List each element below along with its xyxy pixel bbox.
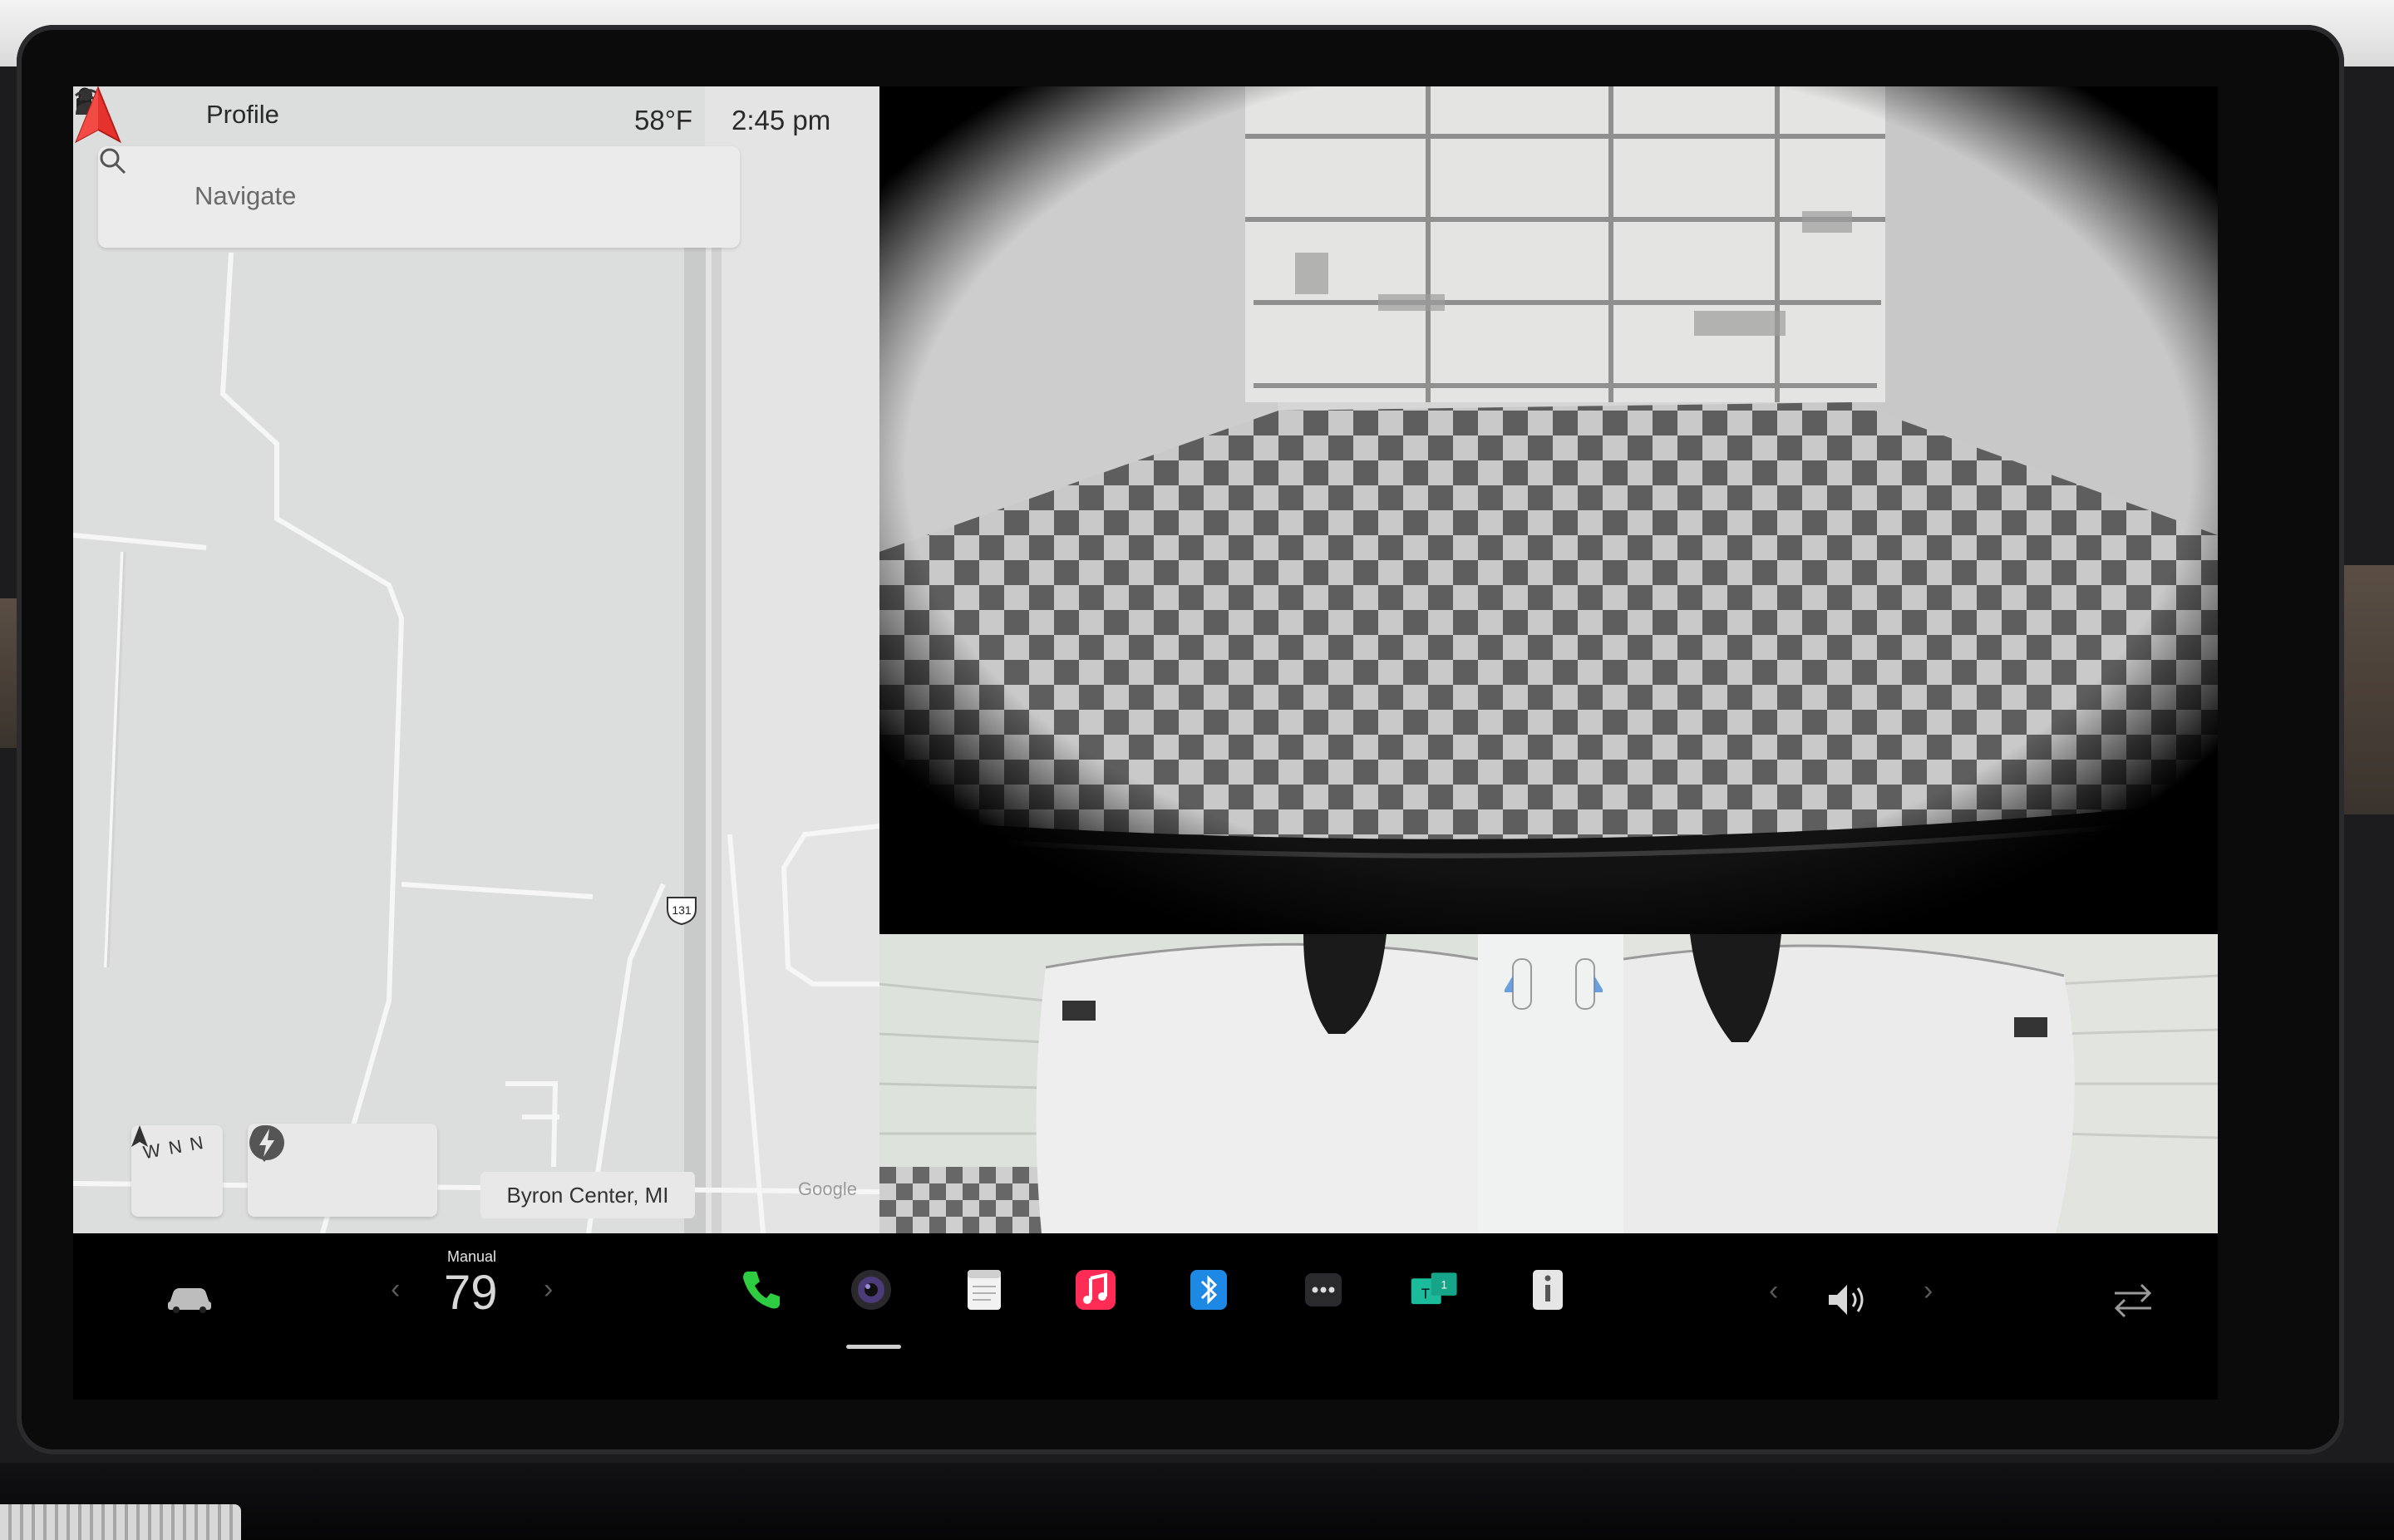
car-right-camera-indicator-icon [1575, 958, 1603, 1010]
right-repeater-camera-view[interactable] [1623, 934, 2218, 1233]
notes-icon[interactable] [959, 1265, 1009, 1315]
svg-text:T: T [1421, 1285, 1431, 1301]
profile-label[interactable]: Profile [206, 100, 279, 130]
more-icon[interactable] [1298, 1265, 1348, 1315]
search-placeholder: Navigate [195, 181, 297, 210]
manual-icon[interactable] [1523, 1265, 1573, 1315]
swap-displays-icon[interactable] [2110, 1280, 2156, 1320]
climate-mode-label: Manual [447, 1248, 497, 1265]
climate-temperature[interactable]: 79 [444, 1265, 498, 1321]
car-controls-icon[interactable] [165, 1282, 214, 1315]
climate-increase-chevron[interactable]: › [544, 1273, 553, 1306]
bluetooth-icon[interactable] [1184, 1265, 1234, 1315]
rear-camera-view[interactable] [879, 86, 2218, 934]
current-location-arrow-icon [75, 86, 121, 144]
route-shield-131: 131 [667, 897, 697, 926]
pedal [0, 1504, 241, 1540]
console-base [0, 1463, 2394, 1540]
touchscreen: 131 Profile 58°F 2:45 pm Navigate W N N … [73, 86, 2218, 1400]
car-left-camera-indicator-icon [1505, 958, 1532, 1010]
map-controls [248, 1124, 437, 1217]
svg-text:1: 1 [1441, 1278, 1447, 1291]
active-app-indicator [846, 1345, 901, 1349]
outside-temperature: 58°F [634, 105, 693, 135]
compass-button[interactable]: W N N [131, 1125, 223, 1217]
current-location-label: Byron Center, MI [480, 1172, 695, 1218]
camera-icon[interactable] [846, 1265, 896, 1315]
rear-camera-image [879, 86, 2218, 934]
music-icon[interactable] [1071, 1265, 1121, 1315]
volume-icon[interactable] [1825, 1282, 1872, 1318]
compass-arrow-icon [131, 1125, 148, 1147]
map-view[interactable]: 131 Profile 58°F 2:45 pm Navigate W N N … [73, 86, 879, 1233]
compass-heading: W N N [141, 1131, 207, 1164]
status-bar: Profile 58°F 2:45 pm [73, 86, 879, 153]
navigate-search-box[interactable]: Navigate [98, 146, 740, 248]
left-repeater-camera-view[interactable] [879, 934, 1478, 1233]
right-camera-image [1623, 934, 2218, 1233]
svg-text:131: 131 [672, 903, 692, 917]
phone-icon[interactable] [736, 1265, 786, 1315]
search-icon [100, 148, 126, 175]
left-camera-image [879, 934, 1478, 1233]
toybox-icon[interactable]: T 1 [1410, 1265, 1460, 1315]
map-roads: 131 [73, 86, 879, 1233]
climate-decrease-chevron[interactable]: ‹ [391, 1273, 400, 1306]
volume-decrease-chevron[interactable]: ‹ [1769, 1275, 1778, 1307]
volume-increase-chevron[interactable]: › [1924, 1275, 1933, 1307]
clock: 2:45 pm [732, 105, 831, 135]
charging-station-icon[interactable] [248, 1124, 286, 1162]
taskbar: ‹ Manual 79 › T 1 ‹ › [73, 1233, 2218, 1400]
map-attribution: Google [798, 1178, 857, 1199]
